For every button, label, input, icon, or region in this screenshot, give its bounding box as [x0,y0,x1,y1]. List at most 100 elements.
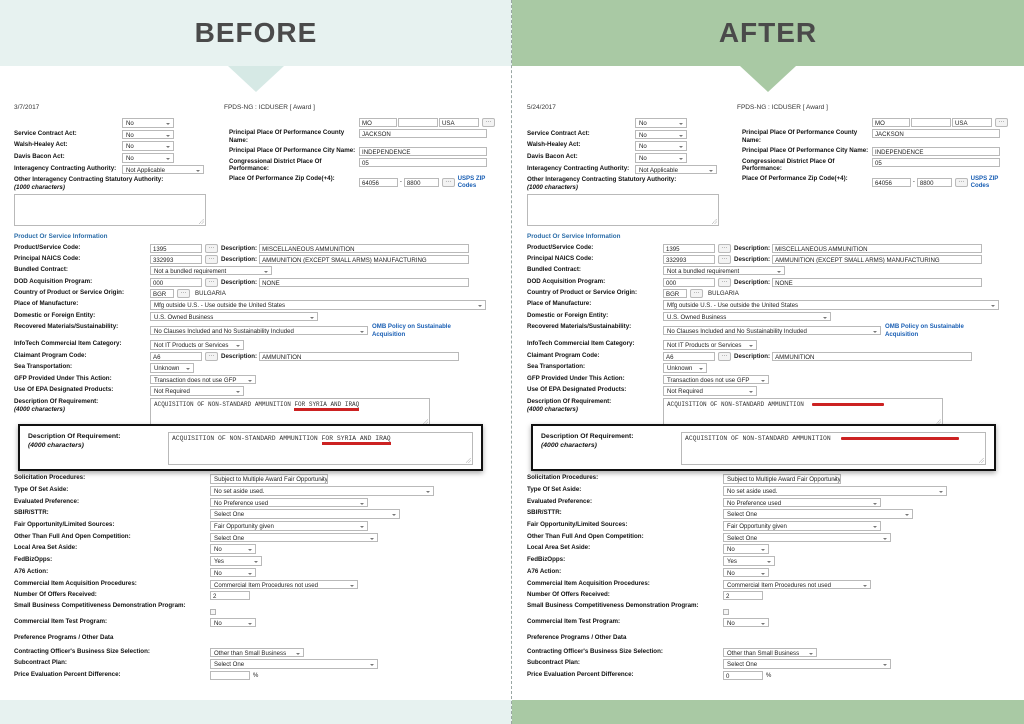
fedbizopps-select[interactable]: Yes [210,556,262,566]
fedbizopps-select[interactable]: Yes [723,556,775,566]
country-origin-lookup-icon[interactable]: ··· [690,288,703,298]
pop-city-input[interactable]: INDEPENDENCE [359,146,487,156]
psc-lookup-icon[interactable]: ··· [205,243,218,253]
congressional-district-input[interactable]: 05 [359,157,487,167]
recovered-materials-select[interactable]: No Clauses Included and No Sustainabilit… [150,325,368,336]
sea-transportation-select[interactable]: Unknown [663,363,707,373]
dod-lookup-icon[interactable]: ··· [205,277,218,287]
gfp-select[interactable]: Transaction does not use GFP [663,374,769,385]
evaluated-preference-select[interactable]: No Preference used [210,497,368,508]
dod-lookup-icon[interactable]: ··· [718,277,731,287]
sbir-sttr-select[interactable]: Select One [210,509,400,519]
type-of-set-aside-select[interactable]: No set aside used. [210,486,434,496]
subcontract-plan-select[interactable]: Select One [723,659,891,669]
country-origin-code-input[interactable]: BGR [663,288,687,298]
omb-policy-link[interactable]: OMB Policy on Sustainable Acquisition [372,323,452,338]
sbcd-program-checkbox[interactable] [210,609,216,616]
other-interagency-textarea[interactable] [527,193,719,226]
co-business-size-select[interactable]: Other than Small Business [723,647,817,658]
sea-transportation-select[interactable]: Unknown [150,363,194,373]
claimant-lookup-icon[interactable]: ··· [205,351,218,361]
sbir-sttr-select[interactable]: Select One [723,509,913,519]
bundled-contract-select[interactable]: Not a bundled requirement [663,265,785,276]
usps-zip-codes-link[interactable]: USPS ZIP Codes [458,175,504,189]
price-eval-input[interactable] [210,671,250,680]
pop-zip-plus4-input[interactable]: 8800 [916,177,952,187]
claimant-program-input[interactable]: A6 [663,351,715,361]
psc-lookup-icon[interactable]: ··· [718,243,731,253]
country-origin-code-input[interactable]: BGR [150,288,174,298]
service-contract-act-select[interactable]: No [122,129,174,140]
naics-input[interactable]: 332993 [150,254,202,264]
commercial-item-test-select[interactable]: No [723,617,769,628]
interagency-authority-select[interactable]: Not Applicable [635,164,717,175]
pop-country-input[interactable]: USA [952,118,992,127]
pop-county-input[interactable]: JACKSON [872,129,1000,139]
callout-textarea[interactable]: ACQUISITION OF NON-STANDARD AMMUNITION F… [168,432,473,465]
epa-products-select[interactable]: Not Required [663,386,757,396]
naics-input[interactable]: 332993 [663,254,715,264]
epa-products-select[interactable]: Not Required [150,386,244,396]
local-area-set-aside-select[interactable]: No [723,544,769,554]
psc-input[interactable]: 1395 [663,243,715,253]
a76-action-select[interactable]: No [210,567,256,578]
walsh-healey-act-select[interactable]: No [122,141,174,151]
fair-opportunity-select[interactable]: Fair Opportunity given [723,521,881,531]
price-eval-input[interactable]: 0 [723,671,763,680]
pop-country-lookup-icon[interactable]: ··· [995,118,1008,127]
pop-country-lookup-icon[interactable]: ··· [482,118,495,127]
other-than-full-open-select[interactable]: Select One [723,532,891,543]
commercial-item-test-select[interactable]: No [210,617,256,628]
interagency-authority-select[interactable]: Not Applicable [122,164,204,175]
pop-county-input[interactable]: JACKSON [359,129,487,139]
domestic-foreign-select[interactable]: U.S. Owned Business [663,311,831,322]
walsh-healey-act-select[interactable]: No [635,141,687,151]
type-of-set-aside-select[interactable]: No set aside used. [723,486,947,496]
unlabeled-top-select[interactable]: No [122,118,174,128]
other-than-full-open-select[interactable]: Select One [210,532,378,543]
infotech-category-select[interactable]: Not IT Products or Services [150,340,244,350]
evaluated-preference-select[interactable]: No Preference used [723,497,881,508]
local-area-set-aside-select[interactable]: No [210,544,256,554]
description-of-requirement-textarea[interactable]: ACQUISITION OF NON-STANDARD AMMUNITION [663,398,943,427]
pop-zip-input[interactable]: 64056 [359,177,398,187]
service-contract-act-select[interactable]: No [635,129,687,140]
omb-policy-link[interactable]: OMB Policy on Sustainable Acquisition [885,323,965,338]
infotech-category-select[interactable]: Not IT Products or Services [663,340,757,350]
recovered-materials-select[interactable]: No Clauses Included and No Sustainabilit… [663,325,881,336]
dod-acquisition-input[interactable]: 000 [150,277,202,287]
pop-state-input[interactable]: MO [872,118,910,127]
bundled-contract-select[interactable]: Not a bundled requirement [150,265,272,276]
pop-state-input[interactable]: MO [359,118,397,127]
psc-input[interactable]: 1395 [150,243,202,253]
callout-textarea[interactable]: ACQUISITION OF NON-STANDARD AMMUNITION [681,432,986,465]
domestic-foreign-select[interactable]: U.S. Owned Business [150,311,318,322]
other-interagency-textarea[interactable] [14,193,206,226]
commercial-item-acq-select[interactable]: Commercial Item Procedures not used [210,579,358,589]
dod-acquisition-input[interactable]: 000 [663,277,715,287]
pop-zip-input[interactable]: 64056 [872,177,911,187]
naics-lookup-icon[interactable]: ··· [718,254,731,264]
fair-opportunity-select[interactable]: Fair Opportunity given [210,521,368,531]
claimant-program-input[interactable]: A6 [150,351,202,361]
offers-received-input[interactable]: 2 [210,591,250,601]
davis-bacon-act-select[interactable]: No [122,153,174,163]
gfp-select[interactable]: Transaction does not use GFP [150,374,256,385]
a76-action-select[interactable]: No [723,567,769,578]
pop-country-input[interactable]: USA [439,118,479,127]
sbcd-program-checkbox[interactable] [723,609,729,616]
solicitation-procedures-select[interactable]: Subject to Multiple Award Fair Opportuni… [210,474,328,484]
unlabeled-top-select[interactable]: No [635,118,687,128]
country-origin-lookup-icon[interactable]: ··· [177,288,190,298]
claimant-lookup-icon[interactable]: ··· [718,351,731,361]
davis-bacon-act-select[interactable]: No [635,153,687,163]
pop-city-input[interactable]: INDEPENDENCE [872,146,1000,156]
pop-zip-plus4-input[interactable]: 8800 [403,177,439,187]
solicitation-procedures-select[interactable]: Subject to Multiple Award Fair Opportuni… [723,474,841,484]
naics-lookup-icon[interactable]: ··· [205,254,218,264]
pop-extra-input[interactable] [398,118,438,127]
place-of-manufacture-select[interactable]: Mfg outside U.S. - Use outside the Unite… [663,300,999,310]
description-of-requirement-textarea[interactable]: ACQUISITION OF NON-STANDARD AMMUNITION F… [150,398,430,427]
co-business-size-select[interactable]: Other than Small Business [210,647,304,658]
zip-lookup-icon[interactable]: ··· [954,177,968,187]
